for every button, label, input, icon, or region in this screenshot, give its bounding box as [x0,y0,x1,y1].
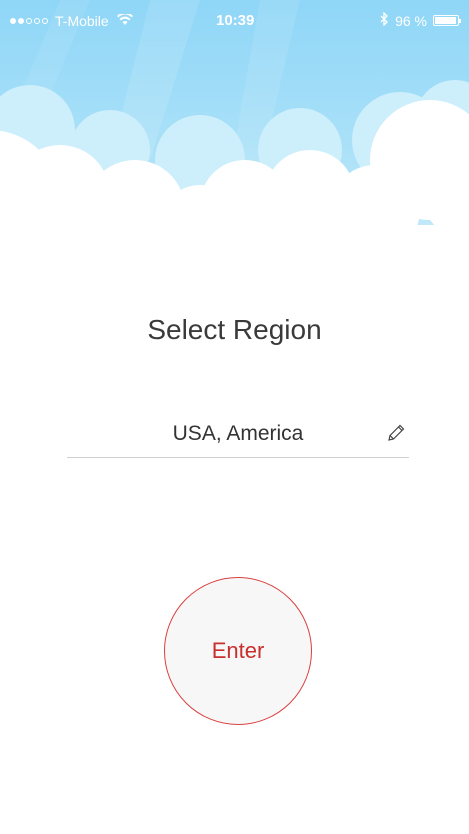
status-left: T-Mobile [10,12,133,29]
pencil-icon[interactable] [385,422,407,444]
carrier-label: T-Mobile [55,13,109,29]
status-time: 10:39 [216,12,255,29]
enter-button-label: Enter [211,638,265,663]
bluetooth-icon [380,11,389,29]
wifi-icon [116,12,133,29]
enter-button[interactable]: Enter [164,577,312,725]
region-value: USA, America [172,422,304,445]
page-title: Select Region [147,314,322,345]
status-right: 96 % [380,11,461,29]
status-bar: T-Mobile 10:39 96 % [0,0,469,42]
battery-percent: 96 % [395,12,427,29]
signal-icon [10,18,48,24]
select-region-screen: T-Mobile 10:39 96 % Select Region USA, A… [0,0,469,834]
region-field[interactable]: USA, America [67,412,409,458]
battery-icon [433,15,461,26]
